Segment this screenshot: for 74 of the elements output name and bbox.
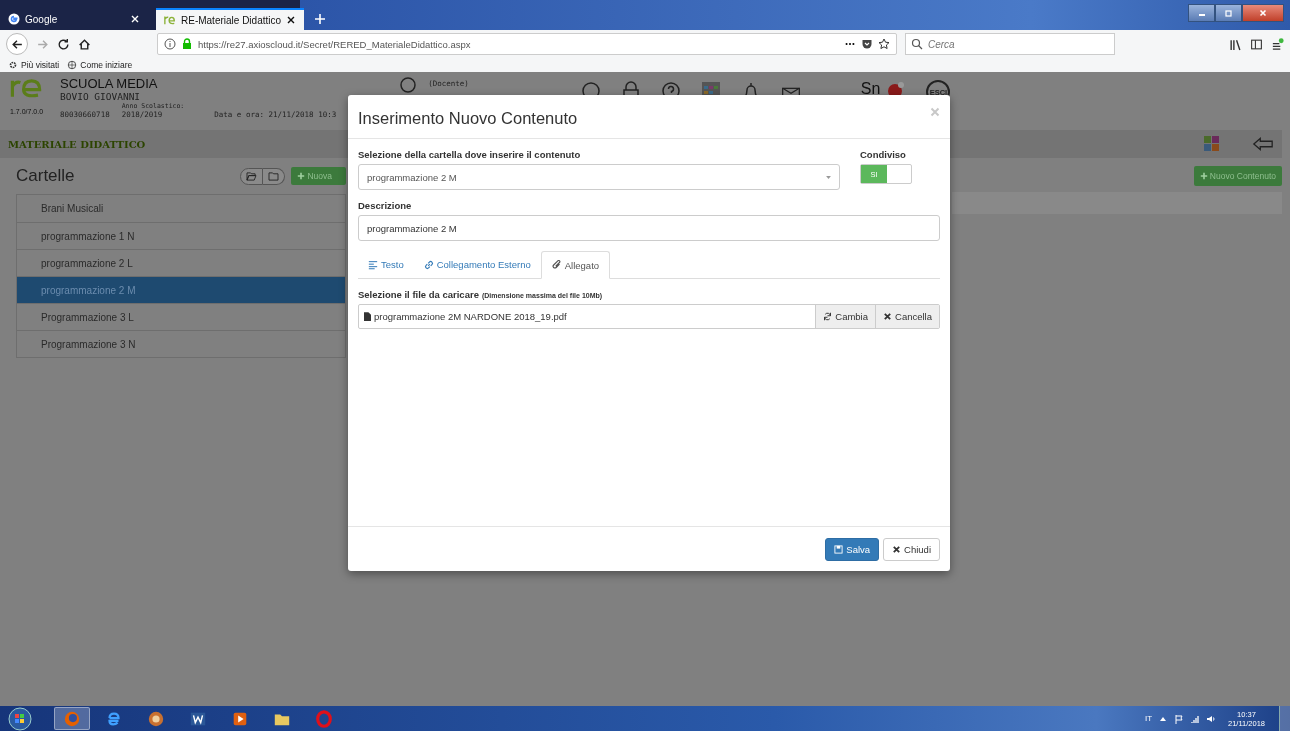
open-folder-icon [246,171,258,181]
new-tab-icon[interactable] [314,13,326,25]
folder-item[interactable]: Programmazione 3 L [17,303,345,330]
folder-item[interactable]: Programmazione 3 N [17,330,345,357]
circle-app-icon [147,709,165,728]
star-icon[interactable] [878,38,890,50]
browser-tab[interactable]: RE-Materiale Didattico [156,8,304,30]
plus-icon [297,172,306,180]
gear-icon [8,60,18,70]
description-field[interactable]: programmazione 2 M [358,215,940,241]
sidebar-icon[interactable] [1250,37,1263,51]
start-button-icon[interactable] [8,706,32,731]
plus-icon [1199,172,1208,180]
folders-title: Cartelle [16,166,75,186]
folder-item[interactable]: programmazione 1 N [17,222,345,249]
dialog-title: Inserimento Nuovo Contenuto [358,109,579,128]
field-label: Descrizione [358,200,413,211]
caret-icon [826,175,831,179]
google-logo-icon [8,13,20,25]
back-arrow-icon[interactable] [1252,136,1274,152]
signal-icon[interactable] [1190,713,1200,724]
search-field[interactable]: Cerca [905,33,1115,55]
school-name: SCUOLA MEDIA [60,76,159,91]
section-title: MATERIALE DIDATTICO [8,138,146,150]
bookmark-link[interactable]: Come iniziare [67,60,133,70]
search-icon [911,38,923,50]
paperclip-icon [551,260,562,270]
info-icon [164,38,176,50]
reload-icon[interactable] [57,37,70,51]
restore-button[interactable] [1215,4,1242,22]
back-arrow-icon [10,37,24,51]
close-icon [1258,8,1268,18]
save-button[interactable]: Salva [825,537,880,561]
field-label: Selezione il file da caricare [358,289,479,300]
link-icon [423,259,434,270]
content-type-tab[interactable]: Testo [358,251,414,278]
home-icon[interactable] [78,37,91,51]
close-window-button[interactable] [1242,4,1284,22]
folder-item[interactable]: programmazione 2 M [17,276,345,303]
address-bar[interactable]: https://re27.axioscloud.it/Secret/RERED_MaterialeDidattico.aspx [157,33,897,55]
content-type-tab[interactable]: Allegato [540,251,611,279]
user-icon[interactable] [398,76,419,96]
close-icon [892,544,902,554]
teacher-name: BOVIO GIOVANNI [60,91,142,102]
firefox-icon [63,709,81,728]
field-label: Selezione della cartella dove inserire il contenuto [358,149,582,160]
firefox-taskbar-icon[interactable] [54,707,90,730]
url-text: https://re27.axioscloud.it/Secret/RERED_MaterialeDidattico.aspx [198,38,471,50]
collapse-folders-button[interactable] [263,167,286,185]
ring-o-icon [315,709,333,728]
bookmark-link[interactable]: Più visitati [8,60,60,70]
language-indicator[interactable]: IT [1144,714,1152,723]
globe-icon [67,60,78,70]
folder-select[interactable]: programmazione 2 M [358,164,840,190]
field-label: Condiviso [860,149,907,160]
menu-icon[interactable] [1271,37,1284,51]
content-type-tab[interactable]: Collegamento Esterno [413,251,541,278]
restore-icon [1223,8,1234,18]
text-lines-icon [368,259,378,270]
pocket-icon[interactable] [861,38,873,50]
lock-icon [181,38,193,50]
library-icon[interactable] [1229,37,1242,51]
sn-logo[interactable]: Sn [860,80,881,98]
expand-folders-button[interactable] [240,167,264,185]
back-button[interactable] [6,33,28,55]
close-icon[interactable] [286,15,296,25]
folder-item[interactable]: Brani Musicali [17,195,345,222]
volume-icon[interactable] [1206,713,1216,724]
re-logo-icon [10,76,42,100]
folder-icon [268,171,280,181]
re-logo-icon [164,14,176,26]
flag-icon[interactable] [1174,713,1184,724]
close-button[interactable]: Chiudi [883,537,940,561]
minimize-button[interactable] [1188,4,1215,22]
